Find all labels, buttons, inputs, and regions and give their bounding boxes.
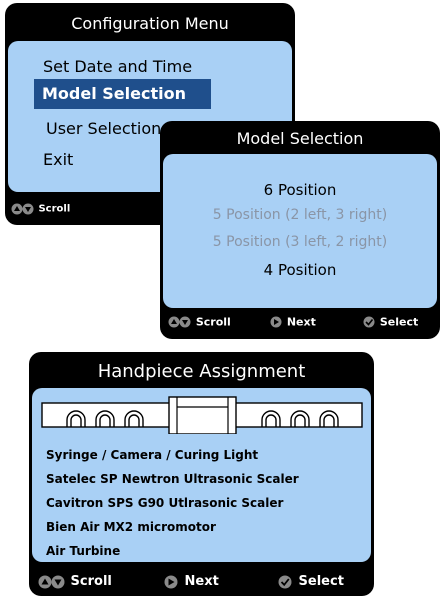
menu-item-user-selection[interactable]: User Selection [46,119,161,138]
model-selection-next[interactable]: Next [270,315,316,329]
handpiece-item[interactable]: Air Turbine [46,544,120,558]
checkmark-icon [363,316,376,328]
handpiece-assignment-title: Handpiece Assignment [97,361,306,382]
menu-item-model-selection[interactable]: Model Selection [34,79,211,109]
next-label: Next [184,574,219,589]
model-selection-panel: Model Selection 6 Position 5 Position (2… [160,121,440,339]
scroll-icon [168,316,192,328]
configuration-menu-footer: Scroll [11,203,70,215]
model-selection-screen: 6 Position 5 Position (2 left, 3 right) … [163,154,437,308]
model-selection-footer: Scroll [168,315,231,329]
menu-item-model-selection-label: Model Selection [42,84,186,103]
model-selection-title: Model Selection [236,129,364,148]
handpiece-assignment-next[interactable]: Next [164,574,219,589]
handpiece-item[interactable]: Satelec SP Newtron Ultrasonic Scaler [46,472,299,486]
checkmark-icon [278,575,294,589]
handpiece-assignment-select[interactable]: Select [278,574,344,589]
menu-item-set-date-time[interactable]: Set Date and Time [43,57,192,76]
right-arrow-icon [164,575,180,589]
model-selection-select[interactable]: Select [363,315,418,329]
next-label: Next [286,315,316,329]
scroll-icon [38,575,66,589]
handpiece-holder-diagram [41,396,363,435]
model-option-4-position[interactable]: 4 Position [163,261,437,279]
handpiece-item[interactable]: Bien Air MX2 micromotor [46,520,216,534]
model-option-6-position[interactable]: 6 Position [163,181,437,199]
handpiece-item[interactable]: Cavitron SPS G90 Utlrasonic Scaler [46,496,283,510]
select-label: Select [379,315,419,329]
scroll-label: Scroll [195,315,231,329]
scroll-label: Scroll [70,574,112,589]
scroll-label: Scroll [38,203,71,215]
configuration-menu-title: Configuration Menu [71,14,229,33]
handpiece-assignment-screen: Syringe / Camera / Curing Light Satelec … [32,388,371,562]
handpiece-item[interactable]: Syringe / Camera / Curing Light [46,448,258,462]
model-option-5-position-3-left[interactable]: 5 Position (3 left, 2 right) [163,234,437,250]
right-arrow-icon [270,316,283,328]
scroll-icon [11,203,35,215]
handpiece-assignment-panel: Handpiece Assignment Syringe / Camera / … [29,352,374,596]
menu-item-exit[interactable]: Exit [43,150,73,169]
handpiece-assignment-footer: Scroll [38,574,112,589]
select-label: Select [298,574,344,589]
model-option-5-position-2-left[interactable]: 5 Position (2 left, 3 right) [163,207,437,223]
